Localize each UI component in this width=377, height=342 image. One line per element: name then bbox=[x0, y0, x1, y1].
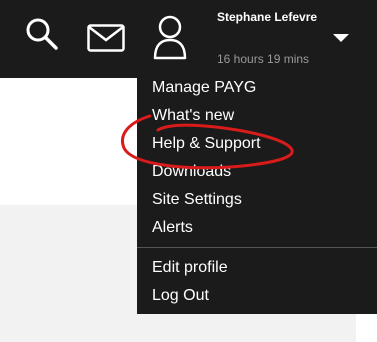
menu-divider bbox=[137, 247, 377, 248]
mail-icon[interactable] bbox=[87, 24, 125, 52]
menu-item-whats-new[interactable]: What's new bbox=[152, 106, 234, 126]
menu-item-downloads[interactable]: Downloads bbox=[152, 162, 231, 182]
menu-item-site-settings[interactable]: Site Settings bbox=[152, 190, 242, 210]
menu-item-edit-profile[interactable]: Edit profile bbox=[152, 258, 228, 278]
menu-item-manage-payg[interactable]: Manage PAYG bbox=[152, 78, 256, 98]
session-time: 16 hours 19 mins bbox=[217, 52, 310, 66]
menu-item-help-support[interactable]: Help & Support bbox=[152, 134, 261, 154]
search-icon[interactable] bbox=[24, 16, 60, 52]
menu-item-alerts[interactable]: Alerts bbox=[152, 218, 193, 238]
menu-item-log-out[interactable]: Log Out bbox=[152, 286, 209, 306]
caret-down-icon[interactable] bbox=[333, 34, 349, 42]
top-bar: Stephane Lefevre 16 hours 19 mins bbox=[0, 0, 377, 78]
user-icon[interactable] bbox=[152, 14, 188, 60]
user-name: Stephane Lefevre bbox=[217, 10, 318, 24]
user-dropdown-menu: Manage PAYG What's new Help & Support Do… bbox=[137, 72, 377, 314]
